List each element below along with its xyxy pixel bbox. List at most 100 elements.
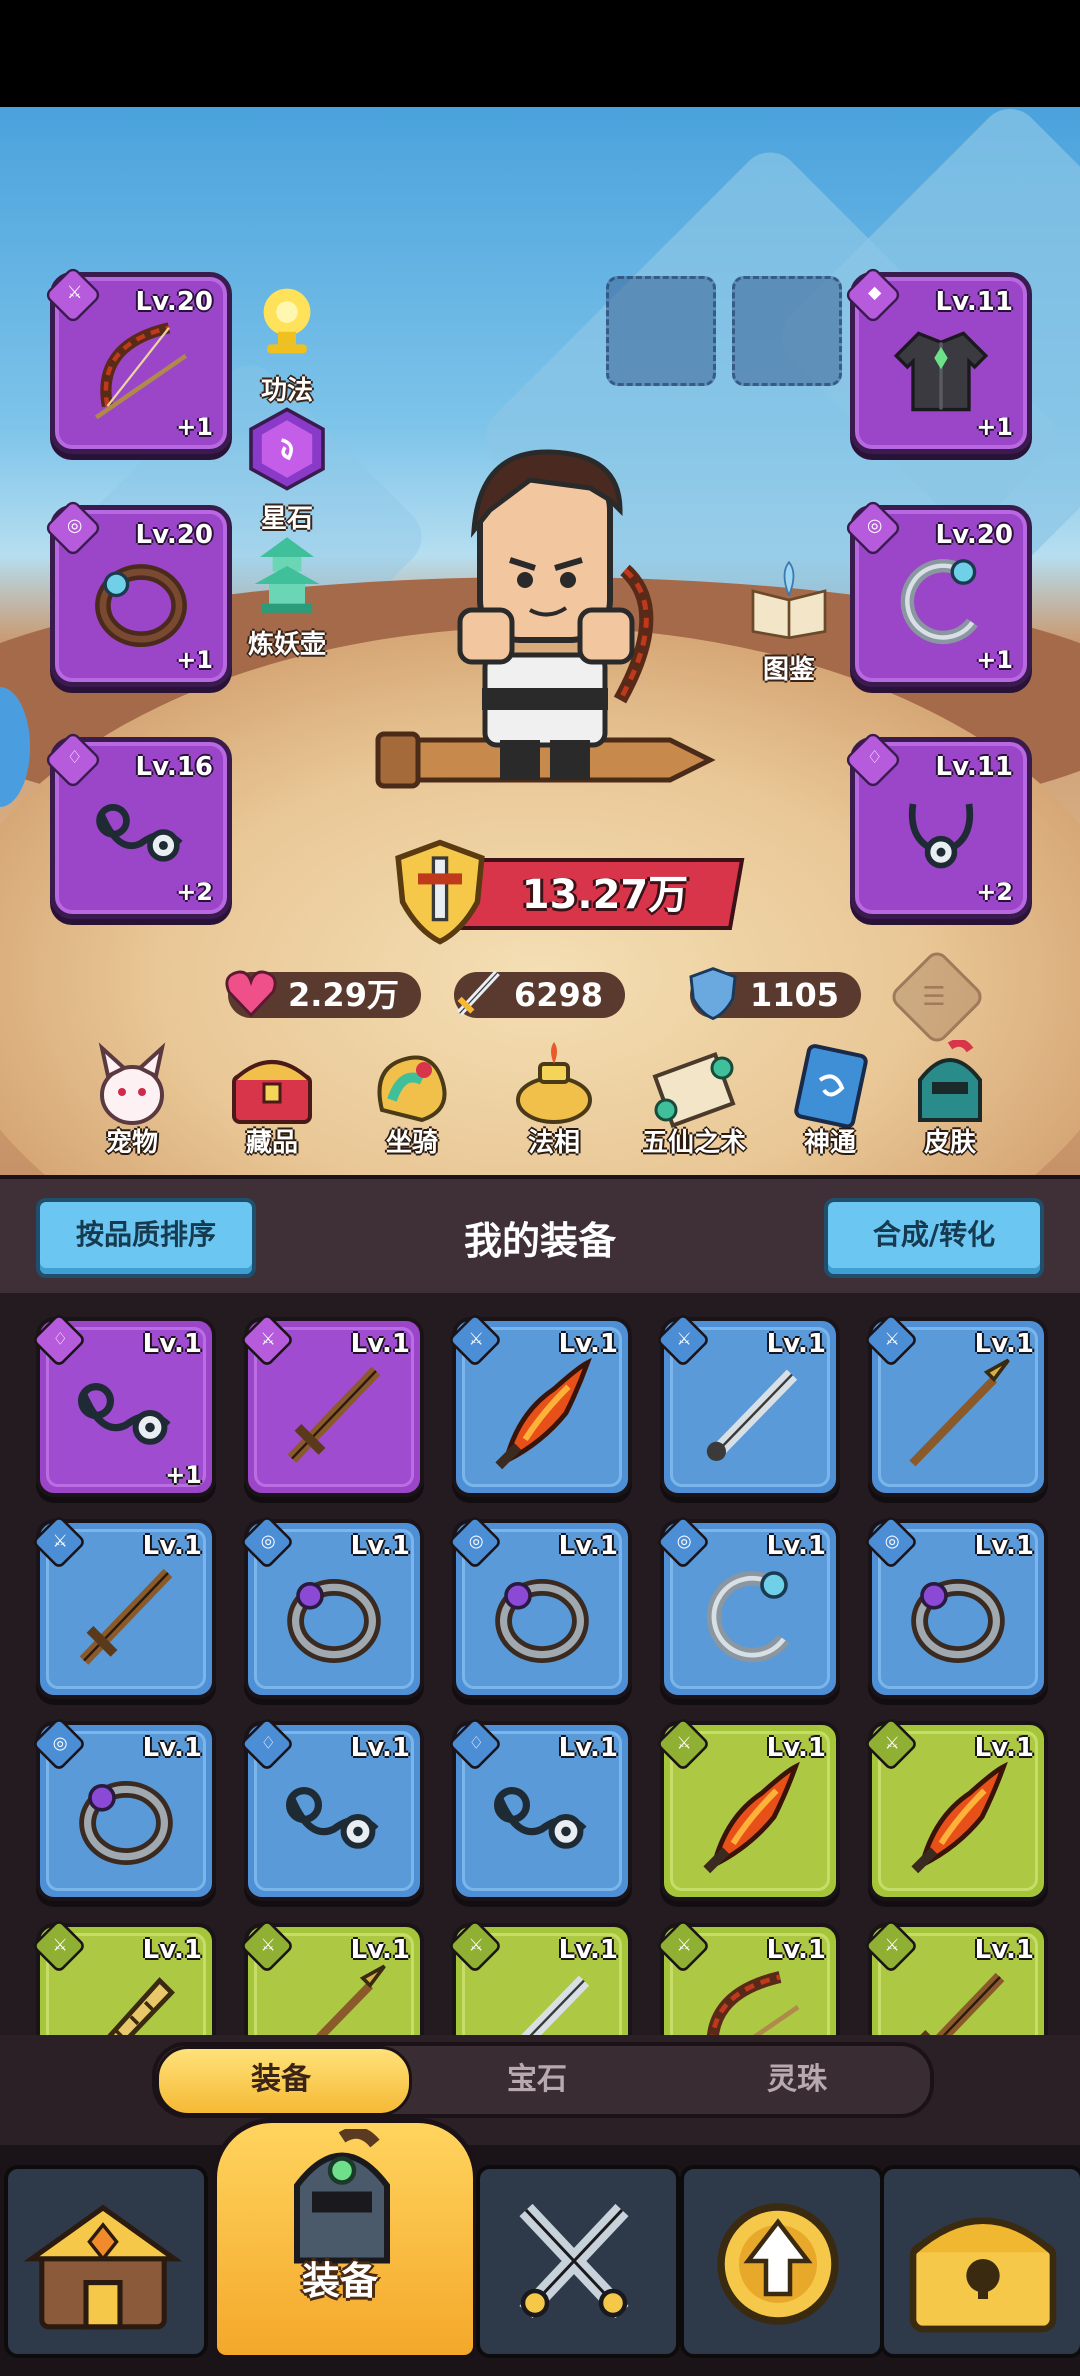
inventory-item[interactable]: ⚔ Lv.1 <box>863 1918 1048 2035</box>
skin-button[interactable]: 皮肤 <box>890 1038 1010 1159</box>
bracelet-icon <box>900 559 978 645</box>
xingshi-button[interactable]: 星石 <box>232 404 342 535</box>
crossed-swords-icon <box>519 2203 629 2319</box>
item-level: Lv.1 <box>558 1935 618 1965</box>
spear-icon <box>315 1964 386 2035</box>
menu-icon: ☰ <box>922 982 946 1012</box>
tujian-button[interactable]: 图鉴 <box>734 555 844 686</box>
bracelet-icon <box>706 1571 790 1663</box>
inventory-item[interactable]: ⚔ Lv.1 <box>655 1918 840 2035</box>
equip-slot-weapon[interactable]: ⚔ Lv.20 +1 <box>43 265 232 454</box>
nav-treasure[interactable] <box>880 2165 1080 2358</box>
sword-stat-icon <box>457 970 500 1016</box>
faxiang-button[interactable]: 法相 <box>494 1040 614 1159</box>
empty-companion-slot[interactable] <box>732 276 842 386</box>
inventory-item[interactable]: ◎ Lv.1 <box>31 1716 216 1901</box>
inventory-item[interactable]: ⚔ Lv.1 <box>239 1312 424 1497</box>
defense-value: 1105 <box>750 976 840 1014</box>
flame-sword-icon <box>911 1761 1008 1874</box>
hp-stat: 2.29万 <box>225 970 421 1018</box>
empty-companion-slot[interactable] <box>606 276 716 386</box>
inventory-item[interactable]: ⚔ Lv.1 <box>863 1716 1048 1901</box>
ring-icon <box>495 1579 589 1663</box>
nav-active-label: 装备 <box>301 2259 378 2303</box>
equip-slot-armor[interactable]: ◆ Lv.11 +1 <box>843 265 1032 454</box>
nav-battle[interactable] <box>476 2165 680 2358</box>
star-stone-icon <box>249 407 325 491</box>
slot-level: Lv.11 <box>935 752 1013 782</box>
collection-button[interactable]: 藏品 <box>212 1040 332 1159</box>
saw-blade-icon <box>107 1977 175 2035</box>
item-level: Lv.1 <box>350 1329 410 1359</box>
inventory-item[interactable]: ⚔ Lv.1 <box>239 1918 424 2035</box>
inventory-item[interactable]: ◎ Lv.1 <box>239 1514 424 1699</box>
item-level: Lv.1 <box>142 1531 202 1561</box>
dagger-icon <box>521 1975 590 2035</box>
attack-stat: 6298 <box>454 970 626 1018</box>
inventory-item[interactable]: ◎ Lv.1 <box>863 1514 1048 1699</box>
shentong-button[interactable]: 神通 <box>770 1040 890 1159</box>
pet-button[interactable]: 宠物 <box>72 1040 192 1159</box>
item-level: Lv.1 <box>766 1531 826 1561</box>
slot-level: Lv.20 <box>135 520 213 550</box>
item-plus: +1 <box>165 1461 202 1489</box>
necklace-icon <box>908 803 974 869</box>
inventory-item[interactable]: ⚔ Lv.1 <box>447 1918 632 2035</box>
nav-equipment-active[interactable] <box>212 2118 478 2360</box>
heart-icon <box>225 970 277 1018</box>
incense-burner-icon <box>516 1042 592 1124</box>
item-level: Lv.1 <box>766 1329 826 1359</box>
sword-icon <box>79 1568 173 1665</box>
wuxian-button[interactable]: 五仙之术 <box>634 1040 754 1159</box>
inventory-item[interactable]: ⚔ Lv.1 <box>31 1918 216 2035</box>
slot-plus: +1 <box>976 646 1013 674</box>
inventory-item[interactable]: ◎ Lv.1 <box>655 1514 840 1699</box>
inventory-item[interactable]: ♢ Lv.1 +1 <box>31 1312 216 1497</box>
combat-power-value: 13.27万 <box>521 872 689 918</box>
item-level: Lv.1 <box>350 1531 410 1561</box>
item-level: Lv.1 <box>974 1531 1034 1561</box>
mount-button[interactable]: 坐骑 <box>352 1040 472 1159</box>
equip-slot-ring[interactable]: ◎ Lv.20 +1 <box>43 498 232 687</box>
inventory-item[interactable]: ⚔ Lv.1 <box>447 1312 632 1497</box>
tab-spirit-beads[interactable]: 灵珠 <box>672 2046 922 2114</box>
slot-level: Lv.20 <box>135 287 213 317</box>
combat-power-icon <box>395 839 485 945</box>
shield-icon <box>689 967 737 1021</box>
trophy-icon <box>263 288 311 354</box>
equipment-helmet-icon <box>294 2129 390 2264</box>
equip-slot-necklace[interactable]: ♢ Lv.16 +2 <box>43 730 232 919</box>
dagger-icon <box>706 1369 798 1461</box>
gongfa-label: 功法 <box>260 376 313 406</box>
inventory-item[interactable]: ♢ Lv.1 <box>447 1716 632 1901</box>
wuxian-label: 五仙之术 <box>641 1128 746 1158</box>
tab-gems[interactable]: 宝石 <box>412 2046 662 2114</box>
lianyaohu-label: 炼妖壶 <box>247 630 326 660</box>
necklace-icon <box>78 1383 171 1445</box>
equip-slot-bracelet[interactable]: ◎ Lv.20 +1 <box>843 498 1032 687</box>
tujian-label: 图鉴 <box>762 655 815 685</box>
item-level: Lv.1 <box>142 1733 202 1763</box>
tab-equipment[interactable]: 装备 <box>156 2046 406 2114</box>
sword-icon <box>287 1366 381 1463</box>
nav-upgrade[interactable] <box>680 2165 884 2358</box>
mount-icon <box>377 1055 447 1123</box>
player-character <box>375 449 716 789</box>
slot-plus: +2 <box>176 878 213 906</box>
inventory-item[interactable]: ⚔ Lv.1 <box>31 1514 216 1699</box>
flame-sword-icon <box>495 1357 592 1470</box>
spellbook-icon <box>794 1044 868 1129</box>
merge-convert-button[interactable]: 合成/转化 <box>824 1198 1044 1278</box>
inventory-item[interactable]: ⚔ Lv.1 <box>863 1312 1048 1497</box>
nav-shop[interactable] <box>4 2165 208 2358</box>
inventory-grid: ♢ Lv.1 +1 ⚔ Lv.1 ⚔ Lv.1 ⚔ Lv.1 ⚔ Lv.1 ⚔ Lv.1 ◎ Lv.1 ◎ Lv… <box>0 1293 1080 2035</box>
inventory-item[interactable]: ⚔ Lv.1 <box>655 1312 840 1497</box>
equip-slot-necklace-2[interactable]: ♢ Lv.11 +2 <box>843 730 1032 919</box>
inventory-item[interactable]: ♢ Lv.1 <box>239 1716 424 1901</box>
lianyaohu-button[interactable]: 炼妖壶 <box>232 530 342 661</box>
inventory-item[interactable]: ◎ Lv.1 <box>447 1514 632 1699</box>
sort-by-quality-button[interactable]: 按品质排序 <box>36 1198 256 1278</box>
inventory-item[interactable]: ⚔ Lv.1 <box>655 1716 840 1901</box>
ring-icon <box>79 1781 173 1865</box>
gongfa-button[interactable]: 功法 <box>232 276 342 407</box>
